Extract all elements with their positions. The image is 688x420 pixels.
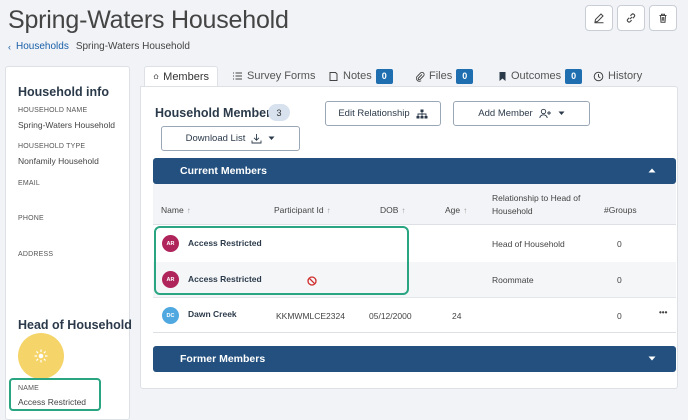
list-icon xyxy=(233,72,242,80)
household-name-value: Spring-Waters Household xyxy=(18,120,116,130)
notes-count-badge: 0 xyxy=(375,68,393,84)
col-dob-label: DOB xyxy=(380,205,399,215)
col-name[interactable]: Name ↑ xyxy=(161,205,191,215)
add-member-label: Add Member xyxy=(478,108,533,119)
age-cell: 24 xyxy=(452,311,462,321)
former-members-title: Former Members xyxy=(180,353,266,365)
head-of-household-heading: Head of Household xyxy=(18,318,132,332)
participant-id-cell: KKMWMLCE2324 xyxy=(276,311,345,321)
col-groups[interactable]: #Groups xyxy=(604,205,637,215)
add-member-button[interactable]: Add Member xyxy=(453,101,590,126)
tab-outcomes-label: Outcomes xyxy=(511,70,562,82)
avatar: DC xyxy=(162,307,179,324)
table-header: Name ↑ Participant Id ↑ DOB ↑ Age ↑ Relation… xyxy=(153,184,676,225)
delete-button[interactable] xyxy=(649,5,677,31)
tab-outcomes[interactable]: Outcomes 0 xyxy=(498,66,583,86)
sun-icon xyxy=(34,349,48,363)
link-icon xyxy=(626,13,636,23)
tab-survey-forms-label: Survey Forms xyxy=(247,70,316,82)
col-age[interactable]: Age ↑ xyxy=(445,205,467,215)
download-list-button[interactable]: Download List xyxy=(161,126,300,151)
more-options-icon[interactable]: ••• xyxy=(659,308,667,317)
add-user-icon xyxy=(539,108,551,119)
household-name-label: HOUSEHOLD NAME xyxy=(18,107,88,114)
page-title: Spring-Waters Household xyxy=(8,6,289,34)
clock-icon xyxy=(593,71,604,81)
caret-down-icon xyxy=(558,111,565,115)
edit-relationship-button[interactable]: Edit Relationship xyxy=(325,101,441,126)
breadcrumb-households-link[interactable]: Households xyxy=(16,41,69,52)
edit-relationship-label: Edit Relationship xyxy=(338,108,410,119)
tab-notes-label: Notes xyxy=(343,70,372,82)
sort-icon: ↑ xyxy=(186,206,191,215)
col-participant-id-label: Participant Id xyxy=(274,205,324,215)
edit-icon xyxy=(594,13,604,24)
restricted-rows-highlight xyxy=(154,226,409,295)
hierarchy-icon xyxy=(416,109,428,118)
relationship-cell: Head of Household xyxy=(492,239,565,249)
sort-icon: ↑ xyxy=(401,206,406,215)
email-label: EMAIL xyxy=(18,180,41,187)
sort-icon: ↑ xyxy=(326,206,331,215)
table-divider xyxy=(153,332,676,333)
edit-button[interactable] xyxy=(585,5,613,31)
download-list-label: Download List xyxy=(185,133,246,144)
outcomes-count-badge: 0 xyxy=(565,68,583,84)
groups-cell: 0 xyxy=(617,311,622,321)
household-info-heading: Household info xyxy=(18,85,109,99)
current-members-title: Current Members xyxy=(180,165,267,177)
col-relationship[interactable]: Relationship to Head of Household xyxy=(492,192,597,218)
phone-label: PHONE xyxy=(18,215,44,222)
download-icon xyxy=(251,134,262,144)
col-participant-id[interactable]: Participant Id ↑ xyxy=(274,205,331,215)
tab-history[interactable]: History xyxy=(593,66,642,86)
head-name-label: NAME xyxy=(18,385,40,392)
groups-cell: 0 xyxy=(617,275,622,285)
former-members-header[interactable]: Former Members xyxy=(153,346,676,372)
copy-link-button[interactable] xyxy=(617,5,645,31)
sort-icon: ↑ xyxy=(463,206,468,215)
household-type-label: HOUSEHOLD TYPE xyxy=(18,143,86,150)
paperclip-icon xyxy=(415,71,425,82)
breadcrumb-current: Spring-Waters Household xyxy=(75,41,190,52)
member-name[interactable]: Dawn Creek xyxy=(188,309,237,319)
household-type-value: Nonfamily Household xyxy=(18,156,99,166)
home-icon xyxy=(153,74,159,80)
head-name-value: Access Restricted xyxy=(18,397,87,407)
groups-cell: 0 xyxy=(617,239,622,249)
avatar xyxy=(18,333,64,379)
tab-notes[interactable]: Notes 0 xyxy=(328,66,393,86)
bookmark-icon xyxy=(499,71,506,81)
tab-members-label: Members xyxy=(163,70,209,83)
caret-up-icon xyxy=(648,168,656,173)
table-row[interactable]: DC Dawn Creek KKMWMLCE2324 05/12/2000 24… xyxy=(153,297,676,333)
col-dob[interactable]: DOB ↑ xyxy=(380,205,405,215)
col-name-label: Name xyxy=(161,205,184,215)
breadcrumb: ‹ Households Spring-Waters Household xyxy=(8,41,190,52)
tab-survey-forms[interactable]: Survey Forms xyxy=(232,66,315,86)
tab-bar: Members Survey Forms Notes 0 Files 0 Out… xyxy=(140,66,688,86)
tab-files[interactable]: Files 0 xyxy=(415,66,474,86)
col-age-label: Age xyxy=(445,205,461,215)
relationship-cell: Roommate xyxy=(492,275,534,285)
household-members-title: Household Members xyxy=(155,106,278,120)
tab-members[interactable]: Members xyxy=(144,66,218,86)
members-count-badge: 3 xyxy=(268,104,290,121)
note-icon xyxy=(329,71,338,81)
current-members-header[interactable]: Current Members xyxy=(153,158,676,184)
tab-history-label: History xyxy=(608,70,643,82)
caret-down-icon xyxy=(268,136,275,140)
chevron-left-icon: ‹ xyxy=(8,41,11,52)
caret-down-icon xyxy=(648,356,656,361)
tab-files-label: Files xyxy=(429,70,453,82)
files-count-badge: 0 xyxy=(456,68,474,84)
trash-icon xyxy=(659,13,667,23)
address-label: ADDRESS xyxy=(18,251,54,258)
dob-cell: 05/12/2000 xyxy=(369,311,412,321)
